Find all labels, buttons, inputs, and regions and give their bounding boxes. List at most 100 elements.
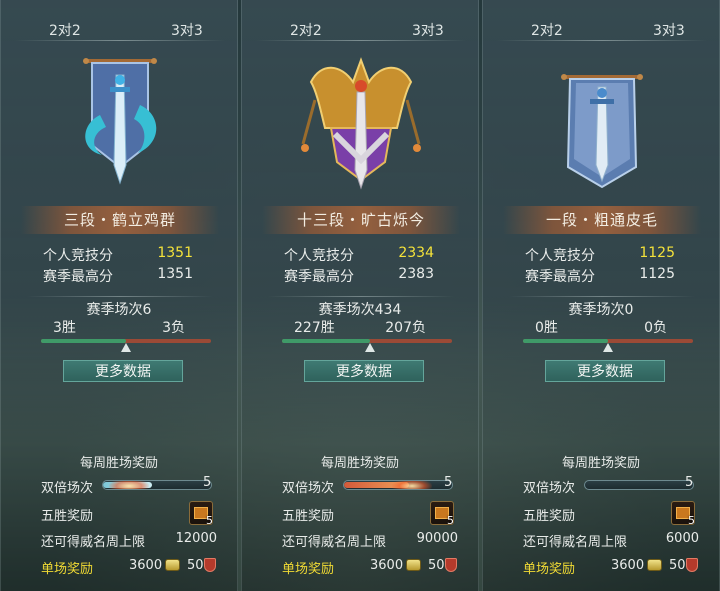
personal-score-value: 2334 — [398, 245, 434, 261]
fame-cap-row: 还可得威名周上限 12000 — [41, 529, 221, 551]
wins-count: 3胜 — [53, 320, 76, 336]
season-game-count: 赛季场次0 — [568, 302, 634, 318]
arena-panel: 2对2 3对3 一段・粗通皮毛 个人竞技分 1125 赛季最高分 1125 赛季… — [482, 0, 720, 591]
treasure-chest-icon[interactable]: 5 — [430, 501, 454, 527]
more-data-button[interactable]: 更多数据 — [63, 360, 183, 382]
personal-score-row: 个人竞技分 2334 — [284, 245, 434, 265]
losses-count: 0负 — [644, 320, 667, 336]
single-reward-row: 单场奖励 3600 50 — [282, 556, 462, 578]
arena-panel: 2对2 3对3 三段・鹤立鸡群 个人竞技分 1351 赛季最高分 1351 赛季… — [0, 0, 238, 591]
season-high-value: 1351 — [157, 266, 193, 282]
double-games-count: 5 — [685, 475, 694, 490]
win-fill — [282, 339, 371, 343]
season-high-row: 赛季最高分 1351 — [43, 266, 193, 286]
personal-score-row: 个人竞技分 1351 — [43, 245, 193, 265]
season-high-label: 赛季最高分 — [525, 269, 595, 285]
fame-cap-value: 90000 — [416, 531, 458, 546]
season-game-count: 赛季场次434 — [318, 302, 402, 318]
rank-title: 十三段・旷古烁今 — [262, 206, 460, 234]
wins-count: 0胜 — [535, 320, 558, 336]
treasure-chest-icon[interactable]: 5 — [189, 501, 213, 527]
win-loss-marker — [365, 343, 376, 352]
double-games-progress — [343, 480, 453, 490]
win-fill — [523, 339, 608, 343]
personal-score-label: 个人竞技分 — [525, 248, 595, 264]
five-win-row: 五胜奖励 5 — [523, 501, 703, 527]
coin-icon — [406, 559, 421, 571]
tab-3v3[interactable]: 3对3 — [171, 20, 203, 40]
win-fill — [41, 339, 126, 343]
fame-cap-row: 还可得威名周上限 6000 — [523, 529, 703, 551]
losses-count: 207负 — [385, 320, 426, 336]
fame-reward-value: 50 — [428, 558, 445, 573]
five-win-row: 五胜奖励 5 — [41, 501, 221, 527]
dragon-sword-banner-icon — [83, 58, 157, 185]
season-high-value: 1125 — [639, 266, 675, 282]
win-loss-marker — [121, 343, 131, 352]
coin-reward-value: 3600 — [129, 558, 163, 573]
personal-score-row: 个人竞技分 1125 — [525, 245, 675, 265]
divider — [27, 296, 213, 297]
five-win-label: 五胜奖励 — [282, 509, 335, 524]
season-high-label: 赛季最高分 — [284, 269, 354, 285]
personal-score-value: 1351 — [157, 245, 193, 261]
fame-cap-row: 还可得威名周上限 90000 — [282, 529, 462, 551]
divider — [268, 296, 454, 297]
double-games-count: 5 — [203, 475, 212, 490]
fame-cap-value: 6000 — [665, 531, 699, 546]
chest-count: 5 — [688, 514, 695, 527]
tab-divider — [497, 40, 707, 41]
personal-score-label: 个人竞技分 — [284, 248, 354, 264]
fame-cap-label: 还可得威名周上限 — [523, 535, 628, 550]
season-high-row: 赛季最高分 2383 — [284, 266, 434, 286]
more-data-button[interactable]: 更多数据 — [304, 360, 424, 382]
weekly-reward-title: 每周胜场奖励 — [79, 456, 158, 471]
fame-reward-value: 50 — [187, 558, 204, 573]
arena-screen: 2对2 3对3 三段・鹤立鸡群 个人竞技分 1351 赛季最高分 1351 赛季… — [0, 0, 720, 591]
weekly-reward-title: 每周胜场奖励 — [561, 456, 640, 471]
double-games-count: 5 — [444, 475, 453, 490]
flame-effect-icon — [109, 481, 149, 489]
season-game-count: 赛季场次6 — [86, 302, 152, 318]
five-win-label: 五胜奖励 — [523, 509, 576, 524]
divider — [509, 296, 695, 297]
double-games-progress — [102, 480, 212, 490]
tab-2v2[interactable]: 2对2 — [49, 20, 81, 40]
five-win-row: 五胜奖励 5 — [282, 501, 462, 527]
double-games-row: 双倍场次 5 — [41, 475, 221, 497]
flame-effect-icon — [392, 481, 432, 489]
chest-count: 5 — [206, 514, 213, 527]
season-high-row: 赛季最高分 1125 — [525, 266, 675, 286]
double-games-label: 双倍场次 — [523, 481, 576, 496]
personal-score-value: 1125 — [639, 245, 675, 261]
coin-icon — [165, 559, 180, 571]
single-reward-label: 单场奖励 — [523, 562, 576, 577]
double-games-label: 双倍场次 — [282, 481, 335, 496]
blue-sword-banner-icon — [561, 74, 643, 189]
season-high-label: 赛季最高分 — [43, 269, 113, 285]
season-high-value: 2383 — [398, 266, 434, 282]
double-games-row: 双倍场次 5 — [282, 475, 462, 497]
double-games-progress — [584, 480, 694, 490]
more-data-button[interactable]: 更多数据 — [545, 360, 665, 382]
tab-divider — [15, 40, 225, 41]
double-games-row: 双倍场次 5 — [523, 475, 703, 497]
fame-reward-value: 50 — [669, 558, 686, 573]
golden-crown-emblem-icon — [301, 57, 421, 190]
tab-3v3[interactable]: 3对3 — [412, 20, 444, 40]
double-games-label: 双倍场次 — [41, 481, 94, 496]
tab-divider — [256, 40, 466, 41]
coin-reward-value: 3600 — [370, 558, 404, 573]
coin-icon — [647, 559, 662, 571]
tab-3v3[interactable]: 3对3 — [653, 20, 685, 40]
fame-cap-value: 12000 — [175, 531, 217, 546]
personal-score-label: 个人竞技分 — [43, 248, 113, 264]
losses-count: 3负 — [162, 320, 185, 336]
five-win-label: 五胜奖励 — [41, 509, 94, 524]
treasure-chest-icon[interactable]: 5 — [671, 501, 695, 527]
tab-2v2[interactable]: 2对2 — [290, 20, 322, 40]
single-reward-row: 单场奖励 3600 50 — [41, 556, 221, 578]
single-reward-label: 单场奖励 — [282, 562, 335, 577]
weekly-reward-title: 每周胜场奖励 — [320, 456, 399, 471]
tab-2v2[interactable]: 2对2 — [531, 20, 563, 40]
